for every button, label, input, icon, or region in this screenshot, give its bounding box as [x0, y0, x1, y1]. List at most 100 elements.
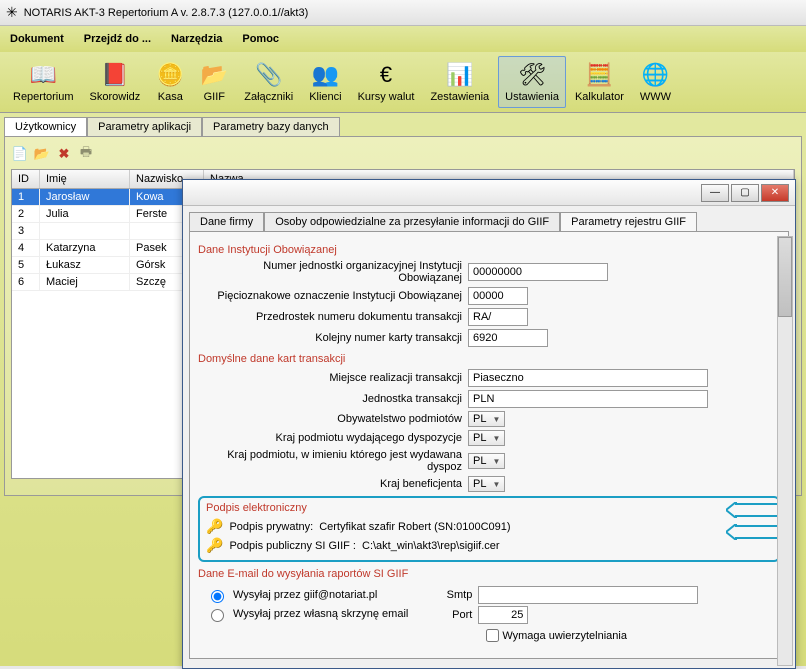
main-tabstrip: Użytkownicy Parametry aplikacji Parametr… [4, 117, 802, 136]
group-instytucja: Dane Instytucji Obowiązanej [198, 244, 780, 256]
input-numer-jednostki[interactable] [468, 263, 608, 281]
euro-icon: € [372, 61, 400, 89]
radio-giif-mail[interactable]: Wysyłaj przez giif@notariat.pl [206, 587, 408, 603]
label-podpis-pryw: Podpis prywatny: [229, 521, 313, 533]
radio-label: Wysyłaj przez własną skrzynę email [233, 608, 408, 620]
tool-zalaczniki[interactable]: 📎Załączniki [237, 56, 300, 108]
key-icon: 🔑 [206, 518, 223, 535]
menu-przejdz[interactable]: Przejdź do ... [74, 29, 161, 49]
cell-id: 4 [12, 240, 40, 256]
tab-parametry-aplikacji[interactable]: Parametry aplikacji [87, 117, 202, 136]
tab-parametry-giif[interactable]: Parametry rejestru GIIF [560, 212, 697, 231]
tool-kalkulator[interactable]: 🧮Kalkulator [568, 56, 631, 108]
label-podpis-pub: Podpis publiczny SI GIIF : [229, 540, 356, 552]
cell-id: 1 [12, 189, 40, 205]
coins-icon: 🪙 [156, 61, 184, 89]
row-podpis-prywatny[interactable]: 🔑 Podpis prywatny: Certyfikat szafir Rob… [206, 518, 772, 535]
tab-osoby[interactable]: Osoby odpowiedzialne za przesyłanie info… [264, 212, 560, 231]
th-id[interactable]: ID [12, 170, 40, 188]
combo-obywatelstwo[interactable]: PL [468, 411, 505, 427]
tool-label: Załączniki [244, 91, 293, 103]
scrollbar[interactable] [777, 236, 793, 666]
radio-wlasna-mail[interactable]: Wysyłaj przez własną skrzynę email [206, 606, 408, 622]
tool-skorowidz[interactable]: 📕Skorowidz [83, 56, 148, 108]
tool-kasa[interactable]: 🪙 Kasa [149, 56, 191, 108]
group-podpis: Podpis elektroniczny [206, 502, 772, 514]
input-piecio[interactable] [468, 287, 528, 305]
maximize-button[interactable]: ▢ [731, 184, 759, 202]
new-icon[interactable]: 📄 [11, 145, 29, 163]
tab-uzytkownicy[interactable]: Użytkownicy [4, 117, 87, 136]
label-piecio: Pięcioznakowe oznaczenie Instytucji Obow… [198, 290, 468, 302]
tool-label: Kalkulator [575, 91, 624, 103]
print-icon[interactable]: 🖶 [77, 145, 95, 163]
close-button[interactable]: ✕ [761, 184, 789, 202]
value-cert: Certyfikat szafir Robert (SN:0100C091) [319, 521, 510, 533]
cell-imie: Łukasz [40, 257, 130, 273]
input-smtp[interactable] [478, 586, 698, 604]
tool-label: Kasa [158, 91, 183, 103]
tool-label: Kursy walut [358, 91, 415, 103]
scroll-thumb[interactable] [778, 237, 792, 317]
dialog-panel: Dane Instytucji Obowiązanej Numer jednos… [189, 231, 789, 659]
menu-pomoc[interactable]: Pomoc [232, 29, 289, 49]
tool-www[interactable]: 🌐WWW [633, 56, 678, 108]
label-przedrostek: Przedrostek numeru dokumentu transakcji [198, 311, 468, 323]
cell-id: 6 [12, 274, 40, 290]
th-imie[interactable]: Imię [40, 170, 130, 188]
tool-ustawienia[interactable]: 🛠Ustawienia [498, 56, 566, 108]
group-domyslne: Domyślne dane kart transakcji [198, 353, 780, 365]
tool-repertorium[interactable]: 📖Repertorium [6, 56, 81, 108]
cell-imie: Jarosław [40, 189, 130, 205]
users-icon: 👥 [311, 61, 339, 89]
label-wymaga: Wymaga uwierzytelniania [502, 630, 627, 642]
label-miejsce: Miejsce realizacji transakcji [198, 372, 468, 384]
cell-imie [40, 223, 130, 239]
combo-kraj-beneficjenta[interactable]: PL [468, 476, 505, 492]
tool-zestawienia[interactable]: 📊Zestawienia [423, 56, 496, 108]
combo-kraj-wydajacy[interactable]: PL [468, 430, 505, 446]
radio-giif[interactable] [211, 590, 224, 603]
row-podpis-publiczny[interactable]: 🔑 Podpis publiczny SI GIIF : C:\akt_win\… [206, 537, 772, 554]
cell-imie: Maciej [40, 274, 130, 290]
book-icon: 📖 [29, 61, 57, 89]
cell-id: 2 [12, 206, 40, 222]
radio-wlasna[interactable] [211, 609, 224, 622]
input-jednostka[interactable] [468, 390, 708, 408]
value-cert-path: C:\akt_win\akt3\rep\sigiif.cer [362, 540, 500, 552]
delete-icon[interactable]: ✖ [55, 145, 73, 163]
tab-dane-firmy[interactable]: Dane firmy [189, 212, 264, 231]
dialog-tabstrip: Dane firmy Osoby odpowiedzialne za przes… [189, 212, 789, 231]
checkbox-uwierzytelnianie[interactable] [486, 629, 499, 642]
label-port: Port [438, 609, 478, 621]
minimize-button[interactable]: — [701, 184, 729, 202]
tool-kursy[interactable]: € Kursy walut [351, 56, 422, 108]
settings-dialog: — ▢ ✕ Dane firmy Osoby odpowiedzialne za… [182, 179, 796, 669]
input-port[interactable] [478, 606, 528, 624]
tab-parametry-bazy[interactable]: Parametry bazy danych [202, 117, 340, 136]
cell-id: 3 [12, 223, 40, 239]
tool-label: GIIF [204, 91, 225, 103]
input-miejsce[interactable] [468, 369, 708, 387]
cell-imie: Julia [40, 206, 130, 222]
tool-giif[interactable]: 📂GIIF [193, 56, 235, 108]
window-title: NOTARIS AKT-3 Repertorium A v. 2.8.7.3 (… [24, 7, 309, 19]
label-obyw: Obywatelstwo podmiotów [198, 413, 468, 425]
workspace: Użytkownicy Parametry aplikacji Parametr… [0, 113, 806, 666]
globe-icon: 🌐 [641, 61, 669, 89]
key-icon: 🔑 [206, 537, 223, 554]
radio-label: Wysyłaj przez giif@notariat.pl [233, 589, 377, 601]
label-smtp: Smtp [438, 589, 478, 601]
signature-box: Podpis elektroniczny 🔑 Podpis prywatny: … [198, 496, 780, 562]
label-krajwyd: Kraj podmiotu wydającego dyspozycje [198, 432, 468, 444]
menu-dokument[interactable]: Dokument [0, 29, 74, 49]
open-icon[interactable]: 📂 [33, 145, 51, 163]
input-kolejny[interactable] [468, 329, 548, 347]
tool-label: Skorowidz [90, 91, 141, 103]
tool-label: Ustawienia [505, 91, 559, 103]
combo-kraj-imieniu[interactable]: PL [468, 453, 505, 469]
tool-klienci[interactable]: 👥Klienci [302, 56, 348, 108]
app-icon: ✳ [6, 4, 18, 21]
input-przedrostek[interactable] [468, 308, 528, 326]
menu-narzedzia[interactable]: Narzędzia [161, 29, 232, 49]
